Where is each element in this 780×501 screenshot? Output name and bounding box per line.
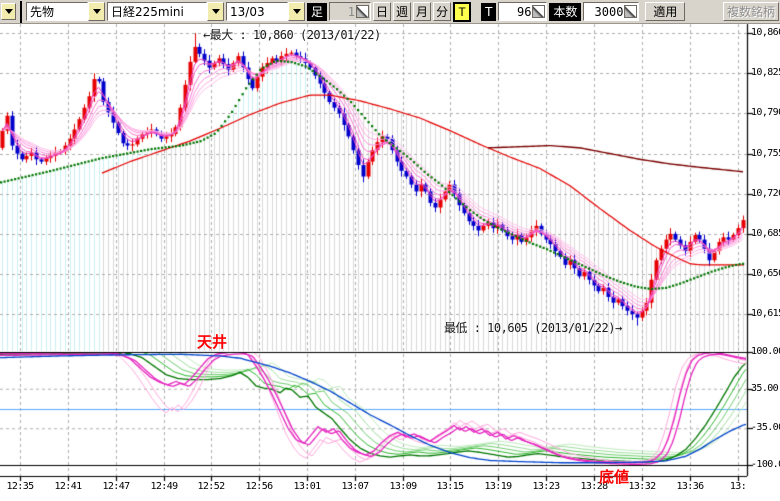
contract-month-select[interactable]: 13/03	[226, 2, 305, 21]
ticks-per-bar-field	[498, 2, 547, 21]
contract-month-arrow-button[interactable]	[288, 2, 305, 21]
price-chart-canvas[interactable]	[0, 0, 780, 501]
period-tick-button[interactable]: T	[453, 2, 471, 22]
symbol-select-value: 日経225mini	[107, 2, 207, 21]
multi-symbol-button[interactable]: 複数銘柄	[723, 2, 779, 21]
bar-count-input[interactable]	[585, 5, 624, 19]
period-week-button[interactable]: 週	[393, 2, 411, 21]
period-minute-button[interactable]: 分	[433, 2, 451, 21]
symbol-select[interactable]: 日経225mini	[107, 2, 224, 21]
interval-input[interactable]	[331, 5, 356, 19]
chart-application-window: 先物 日経225mini 13/03 足 日 週 月 分 T T 本数	[0, 0, 780, 501]
dropdown-arrow-icon	[212, 9, 220, 14]
market-select-value: 先物	[26, 2, 88, 21]
interval-field	[329, 2, 371, 21]
left-dropdown-button[interactable]	[1, 3, 16, 20]
bar-count-tag: 本数	[549, 3, 581, 21]
bar-count-field	[583, 2, 639, 21]
contract-month-value: 13/03	[226, 2, 288, 21]
toolbar: 先物 日経225mini 13/03 足 日 週 月 分 T T 本数	[0, 0, 780, 24]
dropdown-arrow-icon	[293, 9, 301, 14]
period-month-button[interactable]: 月	[413, 2, 431, 21]
ticks-per-bar-input[interactable]	[500, 5, 532, 19]
dropdown-arrow-icon	[93, 9, 101, 14]
apply-button[interactable]: 適用	[645, 2, 685, 21]
tick-tag: T	[481, 3, 496, 21]
spinner-icon[interactable]	[356, 5, 369, 18]
symbol-select-arrow-button[interactable]	[207, 2, 224, 21]
toolbar-divider	[20, 1, 22, 23]
spinner-icon[interactable]	[532, 5, 545, 18]
spinner-icon[interactable]	[624, 5, 637, 18]
dropdown-arrow-icon	[5, 9, 13, 14]
market-select[interactable]: 先物	[26, 2, 105, 21]
market-select-arrow-button[interactable]	[88, 2, 105, 21]
period-day-button[interactable]: 日	[373, 2, 391, 21]
ashi-tag: 足	[307, 3, 327, 21]
